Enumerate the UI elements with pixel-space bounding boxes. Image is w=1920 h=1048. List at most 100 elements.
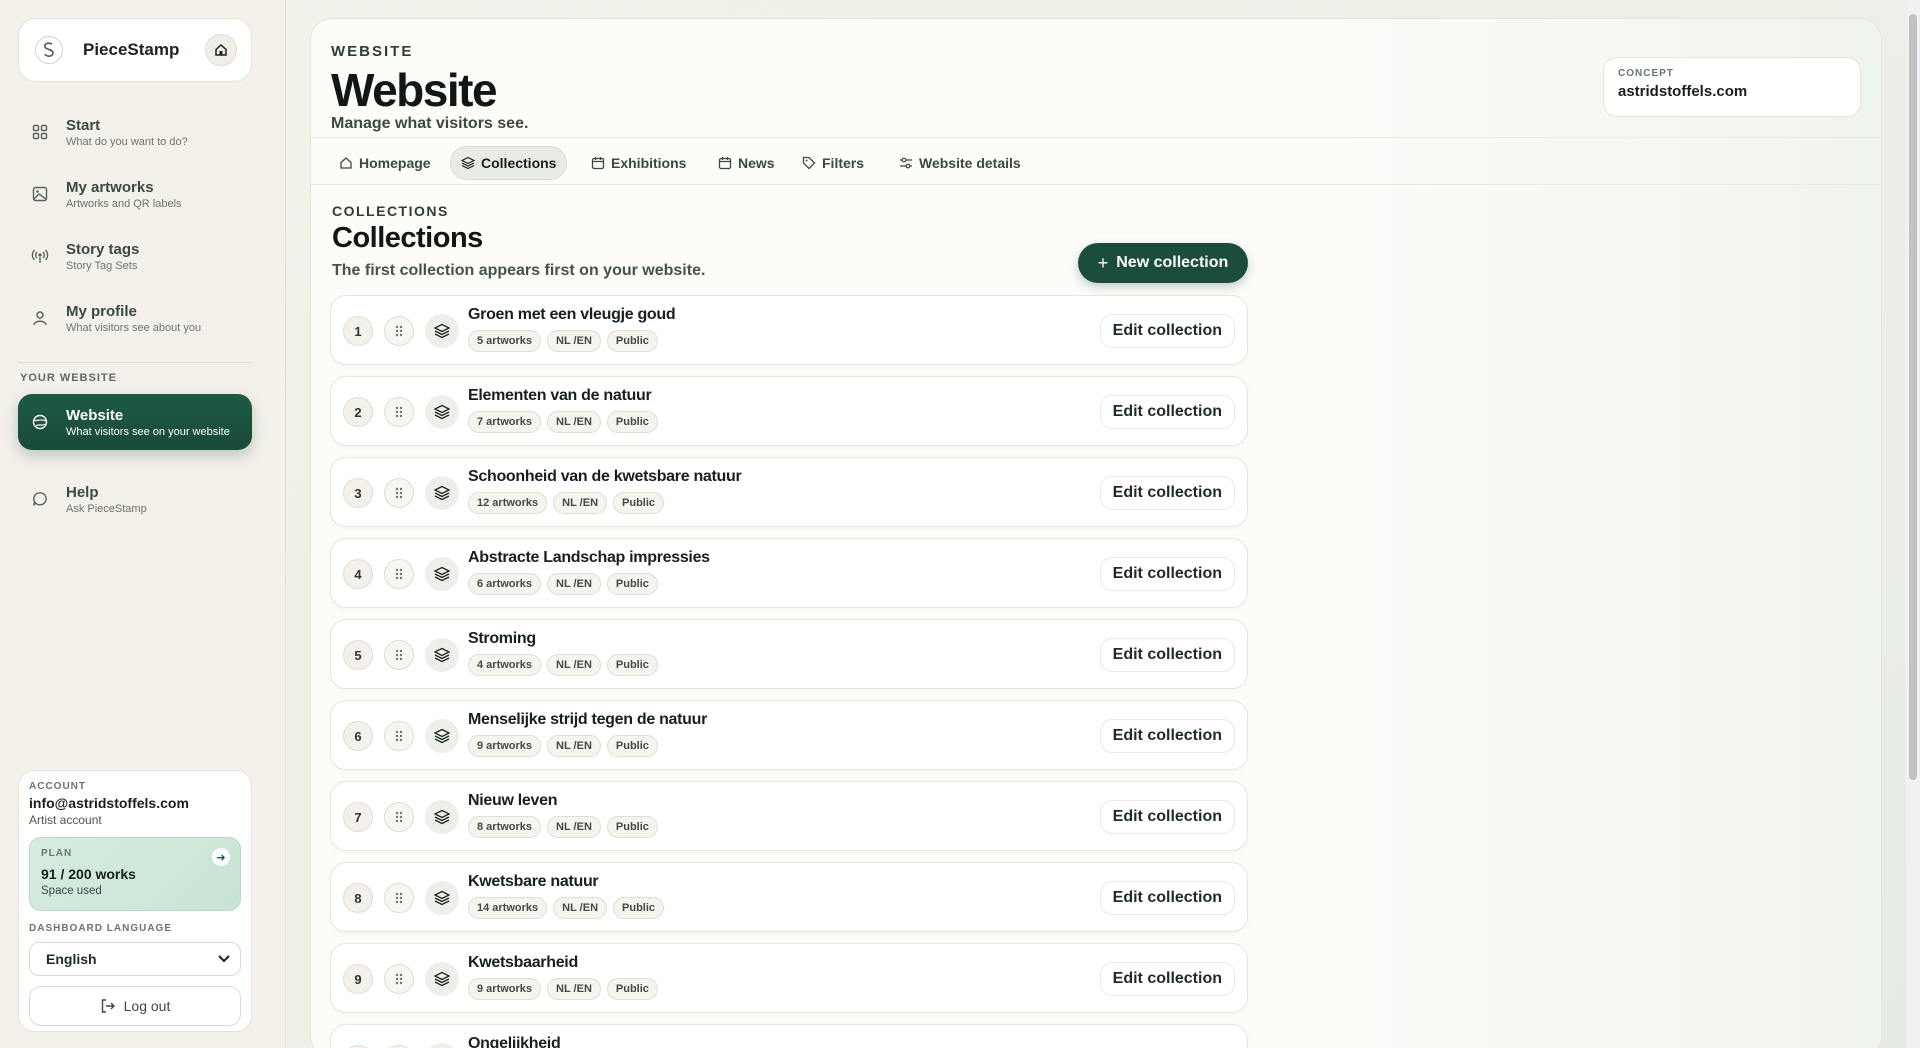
visibility-badge: Public [613, 897, 665, 919]
layers-icon [425, 1043, 459, 1048]
collection-name: Abstracte Landschap impressies [468, 549, 710, 566]
drag-handle-icon[interactable] [384, 478, 414, 508]
layers-icon [425, 881, 459, 915]
edit-collection-button[interactable]: Edit collection [1099, 638, 1235, 672]
collection-row: 2 Elementen van de natuur 7 artworks NL /EN… [330, 376, 1248, 446]
language-badge: NL /EN [553, 897, 608, 919]
brand-name: PieceStamp [83, 40, 180, 59]
broadcast-icon [30, 246, 50, 266]
grid-icon [30, 122, 50, 142]
tab-website-details[interactable]: Website details [889, 146, 1031, 180]
plan-card[interactable]: PLAN 91 / 200 works Space used ➜ [29, 837, 241, 911]
visibility-badge: Public [613, 492, 665, 514]
sidebar-item-sub: Story Tag Sets [66, 259, 138, 272]
edit-collection-button[interactable]: Edit collection [1099, 881, 1235, 915]
new-collection-button[interactable]: + New collection [1078, 243, 1248, 283]
sidebar-item-story-tags[interactable]: Story tags Story Tag Sets [18, 228, 252, 284]
image-icon [30, 184, 50, 204]
tab-label: Exhibitions [611, 155, 687, 171]
home-icon [340, 157, 352, 169]
language-select[interactable]: English [29, 942, 241, 976]
drag-handle-icon[interactable] [384, 316, 414, 346]
edit-collection-button[interactable]: Edit collection [1099, 557, 1235, 591]
drag-handle-icon[interactable] [384, 397, 414, 427]
sidebar-item-sub: Ask PieceStamp [66, 502, 147, 515]
logout-icon [101, 999, 115, 1013]
drag-handle-icon[interactable] [384, 802, 414, 832]
tab-filters[interactable]: Filters [792, 146, 874, 180]
concept-domain: astridstoffels.com [1618, 83, 1748, 100]
arrow-right-icon[interactable]: ➜ [212, 848, 230, 866]
drag-handle-icon[interactable] [384, 640, 414, 670]
collection-chips: 8 artworks NL /EN Public [468, 816, 658, 838]
drag-handle-icon[interactable] [384, 883, 414, 913]
sidebar: PieceStamp Start What do you want to do?… [0, 0, 286, 1048]
tabs-bar: Homepage Collections Exhibitions News Fi… [311, 137, 1881, 185]
edit-collection-button[interactable]: Edit collection [1099, 719, 1235, 753]
tab-homepage[interactable]: Homepage [329, 146, 441, 180]
artworks-count-badge: 6 artworks [468, 573, 542, 595]
collection-name: Menselijke strijd tegen de natuur [468, 711, 708, 728]
collection-row: 6 Menselijke strijd tegen de natuur 9 artw… [330, 700, 1248, 770]
language-badge: NL /EN [553, 492, 608, 514]
collection-name: Schoonheid van de kwetsbare natuur [468, 468, 742, 485]
brand-card: PieceStamp [18, 18, 252, 82]
collection-order-number: 1 [343, 316, 373, 346]
drag-handle-icon[interactable] [384, 964, 414, 994]
edit-collection-button[interactable]: Edit collection [1099, 395, 1235, 429]
account-label: ACCOUNT [29, 781, 86, 792]
collection-name: Ongelijkheid [468, 1035, 561, 1048]
collection-name: Kwetsbare natuur [468, 873, 599, 890]
layers-icon [425, 476, 459, 510]
sidebar-item-my-artworks[interactable]: My artworks Artworks and QR labels [18, 166, 252, 222]
sidebar-item-label: My profile [66, 302, 137, 320]
edit-collection-button[interactable]: Edit collection [1099, 476, 1235, 510]
tab-exhibitions[interactable]: Exhibitions [581, 146, 696, 180]
collection-row: 5 Stroming 4 artworks NL /EN Public Edit coll… [330, 619, 1248, 689]
tab-collections[interactable]: Collections [450, 146, 568, 180]
collection-order-number: 9 [343, 964, 373, 994]
logout-button[interactable]: Log out [29, 986, 241, 1026]
calendar-icon [591, 157, 605, 170]
language-badge: NL /EN [547, 978, 601, 1000]
layers-icon [425, 719, 459, 753]
layers-icon [425, 962, 459, 996]
calendar-icon [718, 157, 732, 170]
sidebar-item-website[interactable]: Website What visitors see on your websit… [18, 394, 252, 450]
sidebar-divider [18, 362, 252, 363]
sidebar-item-start[interactable]: Start What do you want to do? [18, 104, 252, 160]
sidebar-item-my-profile[interactable]: My profile What visitors see about you [18, 290, 252, 346]
account-type: Artist account [29, 813, 102, 827]
edit-collection-button[interactable]: Edit collection [1099, 962, 1235, 996]
scrollbar-thumb[interactable] [1909, 14, 1917, 780]
collection-order-number: 7 [343, 802, 373, 832]
collection-chips: 6 artworks NL /EN Public [468, 573, 658, 595]
tab-label: Collections [481, 155, 557, 171]
section-eyebrow: COLLECTIONS [332, 203, 449, 219]
tab-label: Website details [919, 155, 1021, 171]
collection-chips: 4 artworks NL /EN Public [468, 654, 658, 676]
logout-label: Log out [123, 998, 171, 1014]
language-value: English [46, 951, 97, 967]
home-button[interactable] [205, 34, 237, 66]
plus-icon: + [1097, 252, 1109, 273]
visibility-badge: Public [606, 816, 658, 838]
collection-row: 8 Kwetsbare natuur 14 artworks NL /EN Public… [330, 862, 1248, 932]
tab-news[interactable]: News [708, 146, 785, 180]
tab-label: Homepage [359, 155, 431, 171]
collection-order-number: 3 [343, 478, 373, 508]
artworks-count-badge: 9 artworks [468, 978, 542, 1000]
collection-order-number: 4 [343, 559, 373, 589]
visibility-badge: Public [606, 654, 658, 676]
drag-handle-icon[interactable] [384, 721, 414, 751]
scrollbar[interactable] [1906, 0, 1920, 1048]
sidebar-item-label: Help [66, 483, 99, 501]
edit-collection-button[interactable]: Edit collection [1099, 314, 1235, 348]
visibility-badge: Public [606, 411, 658, 433]
visibility-badge: Public [606, 735, 658, 757]
sidebar-item-help[interactable]: Help Ask PieceStamp [18, 471, 252, 527]
drag-handle-icon[interactable] [384, 559, 414, 589]
edit-collection-button[interactable]: Edit collection [1099, 800, 1235, 834]
visibility-badge: Public [606, 573, 658, 595]
new-collection-label: New collection [1116, 254, 1229, 271]
